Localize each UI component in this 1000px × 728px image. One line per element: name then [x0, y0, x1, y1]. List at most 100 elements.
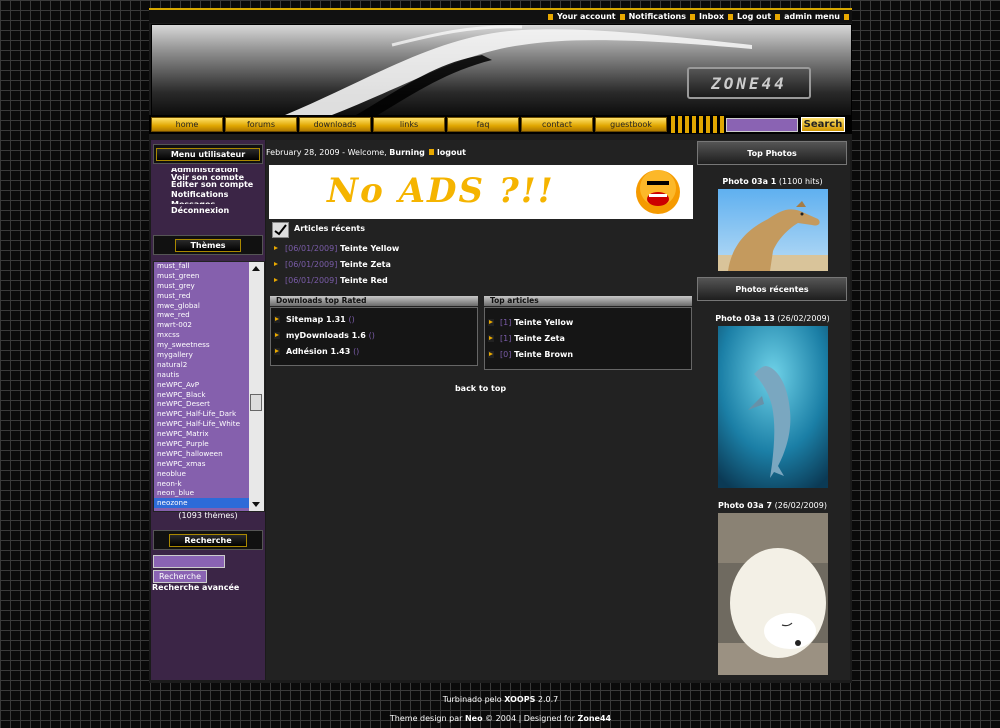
theme-option[interactable]: neWPC_Matrix	[154, 429, 249, 439]
theme-option[interactable]: neWPC_Desert	[154, 399, 249, 409]
themes-scrollbar[interactable]	[249, 262, 264, 511]
flag-icon	[775, 13, 781, 20]
user-menu-item-messages[interactable]: Messages	[155, 198, 253, 204]
back-to-top-link[interactable]: back to top	[266, 384, 695, 393]
theme-option[interactable]: mxcss	[154, 330, 249, 340]
swoosh-graphic	[284, 25, 752, 115]
arrow-icon	[488, 319, 494, 326]
theme-option[interactable]: neon_blue	[154, 488, 249, 498]
downloads-header: Downloads top Rated	[270, 296, 478, 306]
main-content: February 28, 2009 - Welcome, Burning log…	[266, 140, 695, 680]
sidebar-search-button[interactable]: Recherche	[153, 570, 207, 583]
flag-icon	[619, 13, 625, 20]
theme-option[interactable]: neWPC_Half-Life_White	[154, 419, 249, 429]
nav-home[interactable]: home	[151, 117, 223, 132]
user-menu-item-edit[interactable]: Editer son compte	[155, 180, 253, 190]
flag-icon	[429, 149, 435, 155]
theme-option[interactable]: mwe_red	[154, 310, 249, 320]
recent-article-row[interactable]: [06/01/2009] Teinte Red	[273, 276, 388, 285]
theme-option[interactable]: mwe_global	[154, 301, 249, 311]
user-menu-item-notifications[interactable]: Notifications	[155, 190, 253, 198]
top-articles-header: Top articles	[484, 296, 692, 306]
welcome-logout-link[interactable]: logout	[437, 148, 466, 157]
theme-option[interactable]: neozone	[154, 498, 249, 509]
ad-banner[interactable]: No ADS ?!!	[269, 165, 693, 219]
theme-option[interactable]: must_grey	[154, 281, 249, 291]
user-menu-item-logout[interactable]: Déconnexion	[155, 206, 253, 218]
smiley-icon	[636, 170, 680, 214]
theme-option[interactable]: neWPC_xmas	[154, 459, 249, 469]
scroll-up-icon[interactable]	[252, 266, 260, 271]
flag-icon	[728, 13, 734, 20]
arrow-icon	[274, 332, 280, 339]
theme-option[interactable]: mwrt-002	[154, 320, 249, 330]
theme-option[interactable]: natural2	[154, 360, 249, 370]
theme-option[interactable]: my_sweetness	[154, 340, 249, 350]
theme-option[interactable]: must_fall	[154, 262, 249, 271]
nav-guestbook[interactable]: guestbook	[595, 117, 667, 132]
nav-faq[interactable]: faq	[447, 117, 519, 132]
ad-text: No ADS ?!!	[327, 171, 555, 211]
sidebar-search-input[interactable]	[153, 555, 225, 568]
nav-links[interactable]: links	[373, 117, 445, 132]
arrow-icon	[488, 335, 494, 342]
camel-photo[interactable]	[718, 189, 828, 271]
arrow-icon	[273, 277, 279, 284]
flag-icon	[689, 13, 695, 20]
nav-contact[interactable]: contact	[521, 117, 593, 132]
scroll-thumb[interactable]	[250, 394, 262, 411]
recent-article-row[interactable]: [06/01/2009] Teinte Yellow	[273, 244, 399, 253]
theme-option[interactable]: must_red	[154, 291, 249, 301]
theme-option[interactable]: neon-k	[154, 479, 249, 489]
top-photo-caption: Photo 03a 1 (1100 hits)	[722, 177, 823, 186]
advanced-search-link[interactable]: Recherche avancée	[152, 583, 239, 592]
author-link[interactable]: Neo	[465, 714, 483, 723]
site-logo[interactable]: ZONE44	[687, 67, 811, 99]
download-row[interactable]: Adhésion 1.43 ()	[274, 347, 359, 356]
recent-article-row[interactable]: [06/01/2009] Teinte Zeta	[273, 260, 391, 269]
theme-option[interactable]: mygallery	[154, 350, 249, 360]
your-account-link[interactable]: Your account	[557, 12, 616, 21]
nav-forums[interactable]: forums	[225, 117, 297, 132]
arrow-icon	[274, 316, 280, 323]
search-button[interactable]: Search	[801, 117, 845, 132]
recent-photo-caption: Photo 03a 7 (26/02/2009)	[718, 501, 827, 510]
dolphin-photo[interactable]	[718, 326, 828, 488]
top-article-row[interactable]: [1] Teinte Yellow	[488, 318, 573, 327]
theme-option[interactable]: neWPC_halloween	[154, 449, 249, 459]
top-article-row[interactable]: [1] Teinte Zeta	[488, 334, 565, 343]
user-menu-header: Menu utilisateur	[153, 144, 263, 164]
theme-option[interactable]: neWPC_Purple	[154, 439, 249, 449]
admin-menu-link[interactable]: admin menu	[784, 12, 840, 21]
themes-select-list[interactable]: must_fall must_green must_grey must_red mwe_…	[153, 261, 265, 512]
download-row[interactable]: Sitemap 1.31 ()	[274, 315, 355, 324]
flag-icon	[844, 13, 849, 20]
top-photos-header: Top Photos	[697, 141, 847, 165]
flag-icon	[548, 13, 554, 20]
themes-header: Thèmes	[153, 235, 263, 255]
theme-option[interactable]: must_green	[154, 271, 249, 281]
download-row[interactable]: myDownloads 1.6 ()	[274, 331, 375, 340]
theme-option[interactable]: neWPC_Black	[154, 390, 249, 400]
theme-option[interactable]: nautis	[154, 370, 249, 380]
theme-option[interactable]: neWPC_AvP	[154, 380, 249, 390]
logout-link[interactable]: Log out	[737, 12, 771, 21]
polar-bear-photo[interactable]	[718, 513, 828, 675]
user-menu: Administration Voir son compte Editer so…	[155, 168, 253, 218]
top-article-row[interactable]: [0] Teinte Brown	[488, 350, 573, 359]
zone44-link[interactable]: Zone44	[578, 714, 612, 723]
xoops-link[interactable]: XOOPS	[504, 695, 535, 704]
notifications-link[interactable]: Notifications	[629, 12, 686, 21]
user-menu-item-account[interactable]: Voir son compte	[155, 173, 253, 180]
theme-option[interactable]: neoblue	[154, 469, 249, 479]
inbox-link[interactable]: Inbox	[699, 12, 724, 21]
theme-option[interactable]: neWPC_Half-Life_Dark	[154, 409, 249, 419]
nav-downloads[interactable]: downloads	[299, 117, 371, 132]
footer-powered-by: Turbinado pelo XOOPS 2.0.7	[442, 695, 559, 704]
search-block-header: Recherche	[153, 530, 263, 550]
arrow-icon	[273, 261, 279, 268]
welcome-user[interactable]: Burning	[389, 148, 425, 157]
search-input[interactable]	[726, 117, 798, 132]
scroll-down-icon[interactable]	[252, 502, 260, 507]
arrow-icon	[274, 348, 280, 355]
